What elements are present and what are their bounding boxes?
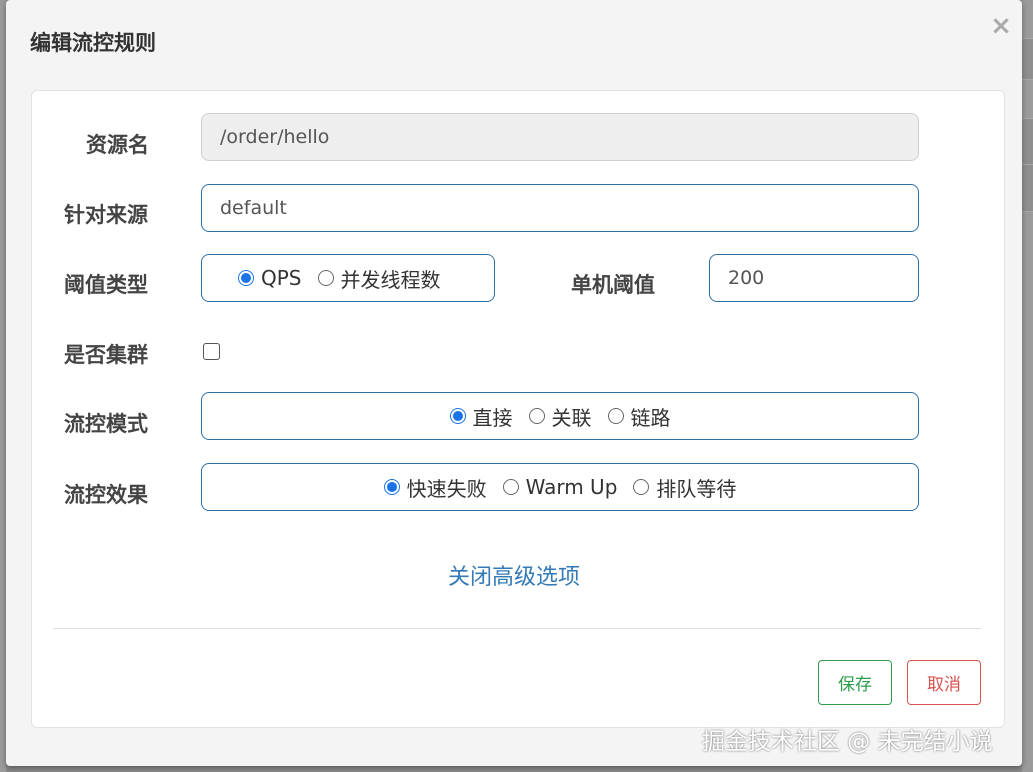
grade-option-qps[interactable]: QPS	[238, 266, 302, 290]
behavior-option-label: 排队等待	[656, 476, 737, 501]
radio-checked-icon	[383, 479, 400, 495]
radio-unchecked-icon	[607, 408, 624, 424]
strategy-option-chain[interactable]: 链路	[607, 402, 671, 431]
form-panel: 资源名 /order/hello 针对来源 default 阈值类型 QPS 并…	[31, 90, 1005, 728]
limit-app-input[interactable]: default	[201, 184, 919, 232]
resource-input[interactable]: /order/hello	[201, 113, 919, 161]
strategy-label: 流控模式	[64, 412, 148, 436]
grade-option-label: 并发线程数	[340, 267, 441, 292]
watermark-text: 掘金技术社区 @ 未完结小说	[702, 729, 993, 755]
background-row	[1022, 38, 1033, 80]
radio-unchecked-icon	[633, 479, 650, 495]
footer-divider	[53, 628, 981, 629]
grade-label: 阈值类型	[64, 273, 148, 297]
dialog-title: 编辑流控规则	[30, 31, 156, 55]
count-input[interactable]: 200	[709, 254, 919, 302]
strategy-radio-group: 直接 关联 链路	[201, 392, 919, 440]
edit-flow-rule-dialog: 编辑流控规则 × 资源名 /order/hello 针对来源 default 阈…	[6, 0, 1022, 766]
behavior-option-fail-fast[interactable]: 快速失败	[383, 473, 487, 502]
background-page-edge	[1022, 0, 1033, 772]
behavior-option-warm-up[interactable]: Warm Up	[502, 475, 618, 499]
close-icon[interactable]: ×	[989, 13, 1013, 39]
grade-radio-group: QPS 并发线程数	[201, 254, 495, 302]
toggle-advanced-options-link[interactable]: 关闭高级选项	[448, 559, 580, 591]
radio-unchecked-icon	[317, 270, 334, 286]
grade-option-label: QPS	[261, 266, 302, 290]
behavior-option-label: 快速失败	[406, 476, 487, 501]
strategy-option-relate[interactable]: 关联	[528, 402, 592, 431]
behavior-option-queue[interactable]: 排队等待	[633, 473, 736, 502]
count-label: 单机阈值	[571, 273, 655, 297]
save-button[interactable]: 保存	[818, 660, 892, 705]
strategy-option-direct[interactable]: 直接	[449, 402, 513, 431]
radio-checked-icon	[449, 408, 466, 424]
strategy-option-label: 直接	[472, 405, 513, 430]
resource-label: 资源名	[86, 133, 149, 157]
cluster-checkbox[interactable]	[203, 343, 220, 360]
background-row	[1022, 118, 1033, 166]
limit-app-label: 针对来源	[64, 203, 148, 227]
cancel-button[interactable]: 取消	[907, 660, 981, 705]
radio-unchecked-icon	[528, 408, 545, 424]
grade-option-thread[interactable]: 并发线程数	[317, 264, 441, 293]
control-behavior-label: 流控效果	[64, 483, 148, 507]
control-behavior-radio-group: 快速失败 Warm Up 排队等待	[201, 463, 919, 511]
radio-unchecked-icon	[502, 479, 519, 495]
cluster-label: 是否集群	[64, 343, 148, 367]
radio-checked-icon	[238, 270, 254, 286]
strategy-option-label: 关联	[551, 405, 592, 430]
strategy-option-label: 链路	[630, 405, 671, 430]
behavior-option-label: Warm Up	[525, 475, 618, 499]
background-row	[1022, 164, 1033, 212]
